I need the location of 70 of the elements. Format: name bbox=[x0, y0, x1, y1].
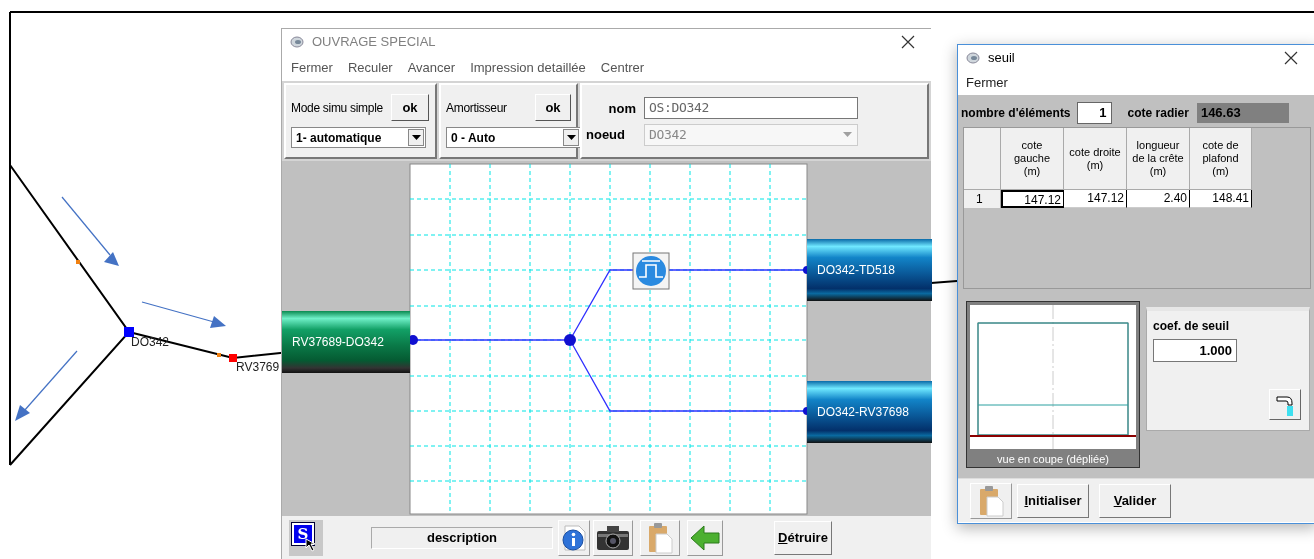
count-field[interactable]: 1 bbox=[1076, 102, 1112, 124]
menu-item[interactable]: Fermer bbox=[966, 73, 1008, 93]
table-cell[interactable]: 147.12 bbox=[1064, 190, 1127, 208]
clipboard-icon bbox=[647, 521, 673, 554]
field-label: noeud bbox=[586, 125, 626, 144]
window-title: OUVRAGE SPECIAL bbox=[312, 33, 436, 52]
paste-button[interactable] bbox=[640, 519, 680, 556]
info-icon bbox=[561, 523, 587, 552]
ok-button[interactable]: ok bbox=[535, 94, 571, 121]
node-label: RV3769 bbox=[236, 361, 280, 373]
node-marker bbox=[124, 327, 134, 337]
menu-item[interactable]: Reculer bbox=[347, 58, 393, 78]
dropdown[interactable]: 0 - Auto bbox=[446, 127, 581, 148]
column-header: cote de plafond (m) bbox=[1190, 128, 1252, 190]
node-dropdown: DO342 bbox=[644, 123, 858, 146]
node-marker bbox=[76, 260, 80, 264]
field-label: coef. de seuil bbox=[1153, 318, 1231, 335]
node-label: DO342 bbox=[131, 336, 170, 348]
readonly-field: 146.63 bbox=[1196, 103, 1289, 123]
column-header: cote gauche (m) bbox=[1001, 128, 1064, 190]
coef-field[interactable]: 1.000 bbox=[1153, 339, 1237, 362]
section-caption: vue en coupe (dépliée) bbox=[997, 452, 1109, 467]
menu-item[interactable]: Avancer bbox=[407, 58, 456, 78]
field-label: nombre d'éléments bbox=[961, 105, 1071, 122]
table-cell[interactable]: 147.12 bbox=[1001, 190, 1064, 208]
row-header: 1 bbox=[964, 190, 1001, 208]
flow-arrow bbox=[15, 350, 78, 421]
select-tool-button[interactable]: S bbox=[289, 519, 323, 556]
field-label: cote radier bbox=[1127, 105, 1189, 122]
node-marker bbox=[229, 354, 237, 362]
ok-button[interactable]: ok bbox=[391, 94, 429, 121]
name-field[interactable]: OS:DO342 bbox=[644, 96, 858, 119]
camera-icon bbox=[596, 524, 630, 551]
pipe-block[interactable]: DO342-RV37698 bbox=[807, 381, 932, 443]
field-label: Amortisseur bbox=[446, 99, 508, 117]
tap-button[interactable] bbox=[1269, 389, 1301, 420]
field-label: Mode simu simple bbox=[291, 99, 384, 117]
paste-button[interactable] bbox=[970, 482, 1012, 519]
left-arrow-icon bbox=[690, 524, 720, 551]
weir-icon[interactable] bbox=[632, 252, 670, 290]
table-cell[interactable]: 2.40 bbox=[1127, 190, 1190, 208]
window-icon bbox=[290, 36, 304, 48]
menu-item[interactable]: Impression detaillée bbox=[470, 58, 586, 78]
pipe-line bbox=[930, 280, 958, 284]
dropdown[interactable]: 1- automatique bbox=[291, 127, 426, 148]
destroy-button[interactable]: Détruire bbox=[774, 520, 832, 555]
menu-item[interactable]: Fermer bbox=[291, 58, 333, 78]
window-icon bbox=[966, 52, 980, 64]
node-marker bbox=[217, 353, 221, 357]
action-button[interactable]: Initialiser bbox=[1017, 483, 1089, 518]
description-field[interactable]: description bbox=[371, 526, 553, 549]
table-cell[interactable]: 148.41 bbox=[1190, 190, 1252, 208]
window-title: seuil bbox=[988, 49, 1015, 68]
pipe-block[interactable]: RV37689-DO342 bbox=[282, 311, 410, 373]
menu-item[interactable]: Centrer bbox=[600, 58, 645, 78]
close-icon[interactable] bbox=[901, 35, 915, 49]
back-button[interactable] bbox=[687, 519, 723, 556]
column-header: cote droite (m) bbox=[1064, 128, 1127, 190]
clipboard-icon bbox=[978, 484, 1004, 517]
header-cell bbox=[964, 128, 1001, 190]
column-header: longueur de la crête (m) bbox=[1127, 128, 1190, 190]
flow-arrow bbox=[61, 196, 119, 266]
close-icon[interactable] bbox=[1284, 51, 1298, 65]
dropdown-arrow-icon bbox=[843, 132, 852, 137]
info-button[interactable] bbox=[558, 519, 590, 556]
action-button[interactable]: Valider bbox=[1099, 483, 1171, 518]
camera-button[interactable] bbox=[593, 519, 633, 556]
junction-node bbox=[564, 334, 576, 346]
field-label: nom bbox=[607, 99, 637, 118]
pipe-block[interactable]: DO342-TD518 bbox=[807, 239, 932, 301]
